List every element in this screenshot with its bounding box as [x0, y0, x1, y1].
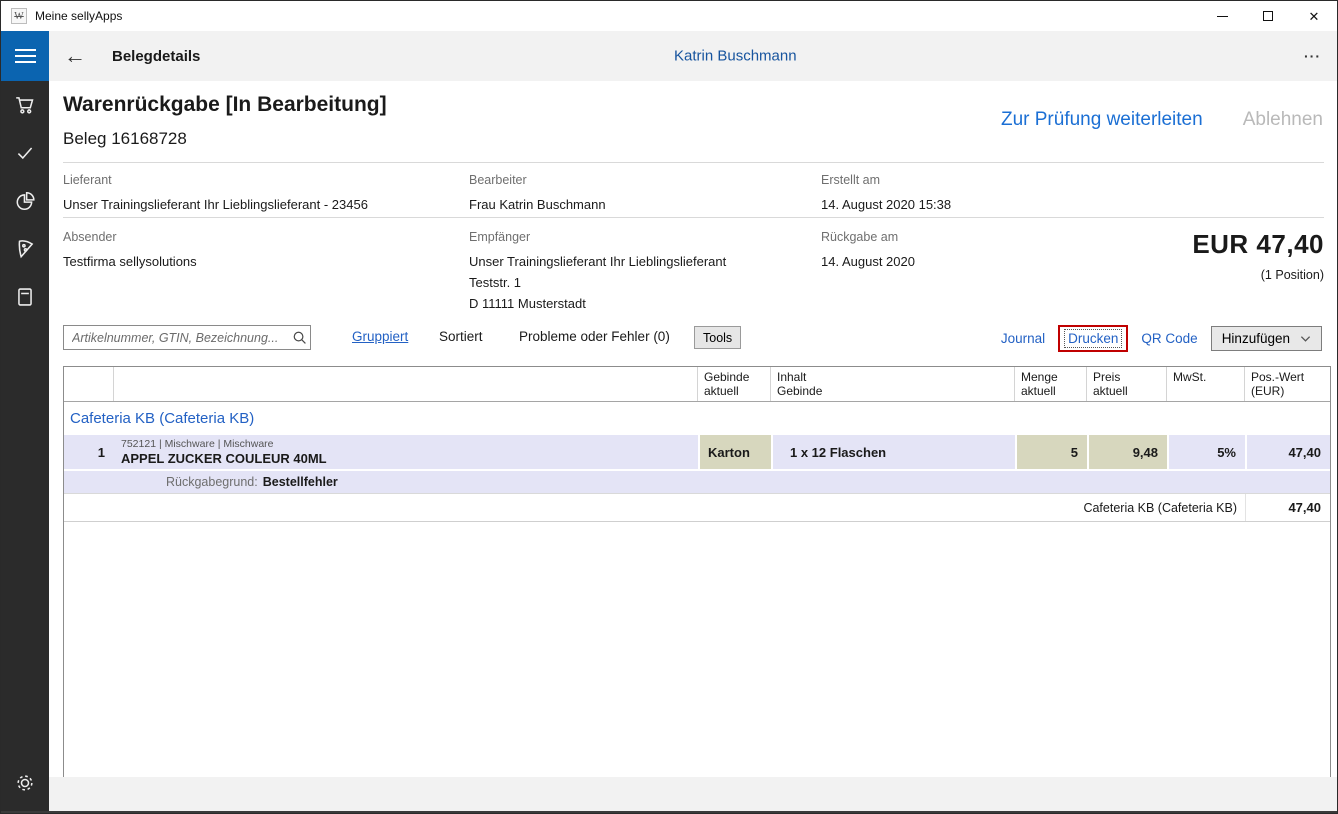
print-link[interactable]: Drucken	[1065, 330, 1121, 347]
reject-button[interactable]: Ablehnen	[1243, 109, 1323, 131]
window-controls: ✕	[1199, 1, 1337, 31]
sidebar	[1, 81, 49, 813]
filter-problems[interactable]: Probleme oder Fehler (0)	[519, 329, 670, 344]
search-icon[interactable]	[288, 330, 310, 345]
reason-value: Bestellfehler	[263, 475, 338, 489]
divider	[63, 162, 1324, 163]
back-button[interactable]: ←	[64, 45, 86, 67]
group-subtotal-row: Cafeteria KB (Cafeteria KB) 47,40	[64, 493, 1330, 522]
field-absender: Absender Testfirma sellysolutions	[63, 230, 458, 272]
document-number: Beleg 16168728	[63, 129, 187, 149]
field-rueckgabe-am: Rückgabe am 14. August 2020	[821, 230, 1121, 272]
pennant-icon	[14, 238, 36, 260]
main-content: Warenrückgabe [In Bearbeitung] Beleg 161…	[49, 81, 1337, 813]
app-window: W Meine sellyApps ✕ ← Belegdetails Katri…	[0, 0, 1338, 814]
article-cell: 752121 | Mischware | Mischware APPEL ZUC…	[114, 435, 698, 469]
return-reason-row: Rückgabegrund: Bestellfehler	[64, 469, 1330, 493]
user-name-link[interactable]: Katrin Buschmann	[674, 48, 797, 65]
minimize-button[interactable]	[1199, 1, 1245, 31]
position-count: (1 Position)	[1192, 268, 1324, 282]
total-amount: EUR 47,40	[1192, 229, 1324, 260]
taskbar-edge	[1, 811, 1337, 813]
sidebar-item-catalog[interactable]	[1, 273, 49, 321]
maximize-icon	[1263, 11, 1273, 21]
field-bearbeiter: Bearbeiter Frau Katrin Buschmann	[469, 173, 809, 215]
toolbar-right: Journal Drucken QR Code Hinzufügen	[1001, 325, 1322, 352]
print-highlight-box: Drucken	[1058, 325, 1128, 352]
subtotal-label: Cafeteria KB (Cafeteria KB)	[64, 494, 1245, 521]
minimize-icon	[1217, 16, 1228, 17]
header-article	[114, 367, 698, 401]
mwst-cell: 5%	[1167, 435, 1245, 469]
cart-icon	[14, 94, 36, 116]
reason-label: Rückgabegrund:	[166, 475, 258, 489]
window-title: Meine sellyApps	[35, 9, 122, 23]
menu-button[interactable]	[1, 31, 49, 81]
chevron-down-icon	[1300, 335, 1311, 343]
page-title: Belegdetails	[112, 48, 200, 65]
footer-strip	[49, 777, 1337, 811]
titlebar: W Meine sellyApps ✕	[1, 1, 1337, 31]
article-meta: 752121 | Mischware | Mischware	[121, 438, 274, 451]
position-row[interactable]: 1 752121 | Mischware | Mischware APPEL Z…	[64, 435, 1330, 469]
menge-cell[interactable]: 5	[1015, 435, 1087, 469]
appbar: ← Belegdetails Katrin Buschmann ···	[49, 31, 1337, 81]
book-icon	[14, 286, 36, 308]
sidebar-item-statistics[interactable]	[1, 177, 49, 225]
inhalt-cell: 1 x 12 Flaschen	[771, 435, 1015, 469]
gebinde-cell[interactable]: Karton	[698, 435, 771, 469]
preis-cell[interactable]: 9,48	[1087, 435, 1167, 469]
sidebar-item-cart[interactable]	[1, 81, 49, 129]
app-logo-icon: W	[11, 8, 27, 24]
header-rownum	[64, 367, 114, 401]
pos-wert-cell: 47,40	[1245, 435, 1330, 469]
maximize-button[interactable]	[1245, 1, 1291, 31]
article-name: APPEL ZUCKER COULEUR 40ML	[121, 451, 327, 467]
search-input[interactable]	[64, 331, 288, 345]
subtotal-value: 47,40	[1245, 494, 1330, 521]
position-toolbar: Gruppiert Sortiert Probleme oder Fehler …	[49, 325, 1337, 351]
sidebar-item-tasks[interactable]	[1, 129, 49, 177]
sidebar-item-offers[interactable]	[1, 225, 49, 273]
header-gebinde: Gebindeaktuell	[698, 367, 771, 401]
tools-button[interactable]: Tools	[694, 326, 741, 349]
check-icon	[14, 142, 36, 164]
field-lieferant: Lieferant Unser Trainingslieferant Ihr L…	[63, 173, 458, 215]
filter-grouped[interactable]: Gruppiert	[352, 329, 408, 344]
close-icon: ✕	[1309, 10, 1320, 23]
search-box	[63, 325, 311, 350]
sidebar-item-settings[interactable]	[1, 759, 49, 807]
header-preis: Preisaktuell	[1087, 367, 1167, 401]
header-pos-wert: Pos.-Wert(EUR)	[1245, 367, 1330, 401]
header-mwst: MwSt.	[1167, 367, 1245, 401]
more-options-button[interactable]: ···	[1304, 48, 1321, 64]
close-button[interactable]: ✕	[1291, 1, 1337, 31]
header-inhalt: InhaltGebinde	[771, 367, 1015, 401]
row-number: 1	[64, 435, 114, 469]
document-actions: Zur Prüfung weiterleiten Ablehnen	[1001, 109, 1323, 131]
add-button[interactable]: Hinzufügen	[1211, 326, 1322, 351]
forward-for-review-button[interactable]: Zur Prüfung weiterleiten	[1001, 109, 1203, 131]
pie-chart-icon	[14, 190, 36, 212]
header-menge: Mengeaktuell	[1015, 367, 1087, 401]
gear-icon	[14, 772, 36, 794]
document-total: EUR 47,40 (1 Position)	[1192, 229, 1324, 282]
journal-link[interactable]: Journal	[1001, 331, 1045, 346]
hamburger-icon	[15, 49, 36, 51]
field-erstellt-am: Erstellt am 14. August 2020 15:38	[821, 173, 1121, 215]
table-header-row: Gebindeaktuell InhaltGebinde Mengeaktuel…	[64, 367, 1330, 402]
group-header[interactable]: Cafeteria KB (Cafeteria KB)	[64, 402, 1330, 435]
divider	[63, 217, 1324, 218]
positions-table: Gebindeaktuell InhaltGebinde Mengeaktuel…	[63, 366, 1331, 779]
filter-sorted[interactable]: Sortiert	[439, 329, 483, 344]
qr-code-link[interactable]: QR Code	[1141, 331, 1197, 346]
document-title: Warenrückgabe [In Bearbeitung]	[63, 93, 387, 117]
field-empfaenger: Empfänger Unser Trainingslieferant Ihr L…	[469, 230, 809, 314]
